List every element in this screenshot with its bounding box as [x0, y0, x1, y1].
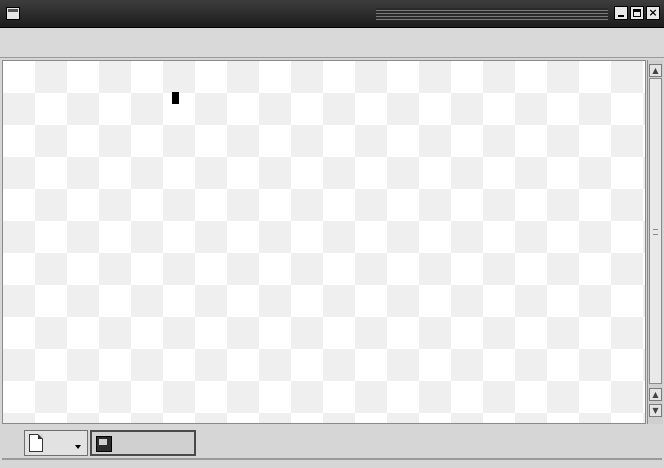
tab-session-shell[interactable]: [90, 430, 196, 456]
scroll-up-button[interactable]: ▲: [649, 388, 662, 401]
close-icon: ×: [648, 6, 658, 19]
window-menu-icon[interactable]: [6, 7, 20, 20]
menu-bar: [0, 28, 664, 58]
new-document-icon: [29, 434, 43, 452]
scrollbar-thumb[interactable]: [649, 78, 662, 384]
minimize-icon: [618, 15, 624, 17]
terminal-window: × ▲ ▲ ▼: [0, 0, 664, 468]
minimize-button[interactable]: [614, 6, 628, 20]
window-title: [26, 6, 426, 22]
session-tab-bar: [0, 424, 664, 468]
scroll-up-arrow-icon[interactable]: ▲: [649, 64, 662, 77]
terminal-output[interactable]: [2, 60, 646, 424]
vertical-scrollbar[interactable]: ▲ ▲ ▼: [647, 60, 663, 424]
maximize-button[interactable]: [630, 6, 644, 20]
title-bar-grip[interactable]: [376, 8, 608, 20]
terminal-cursor: [172, 92, 179, 104]
maximize-icon: [633, 9, 641, 17]
title-bar[interactable]: ×: [0, 0, 664, 28]
scroll-down-button[interactable]: ▼: [649, 404, 662, 417]
close-button[interactable]: ×: [646, 6, 660, 20]
new-session-button[interactable]: [24, 430, 88, 456]
chevron-down-icon[interactable]: [75, 445, 81, 449]
terminal-icon: [96, 436, 112, 452]
tab-bar-divider: [2, 458, 662, 460]
